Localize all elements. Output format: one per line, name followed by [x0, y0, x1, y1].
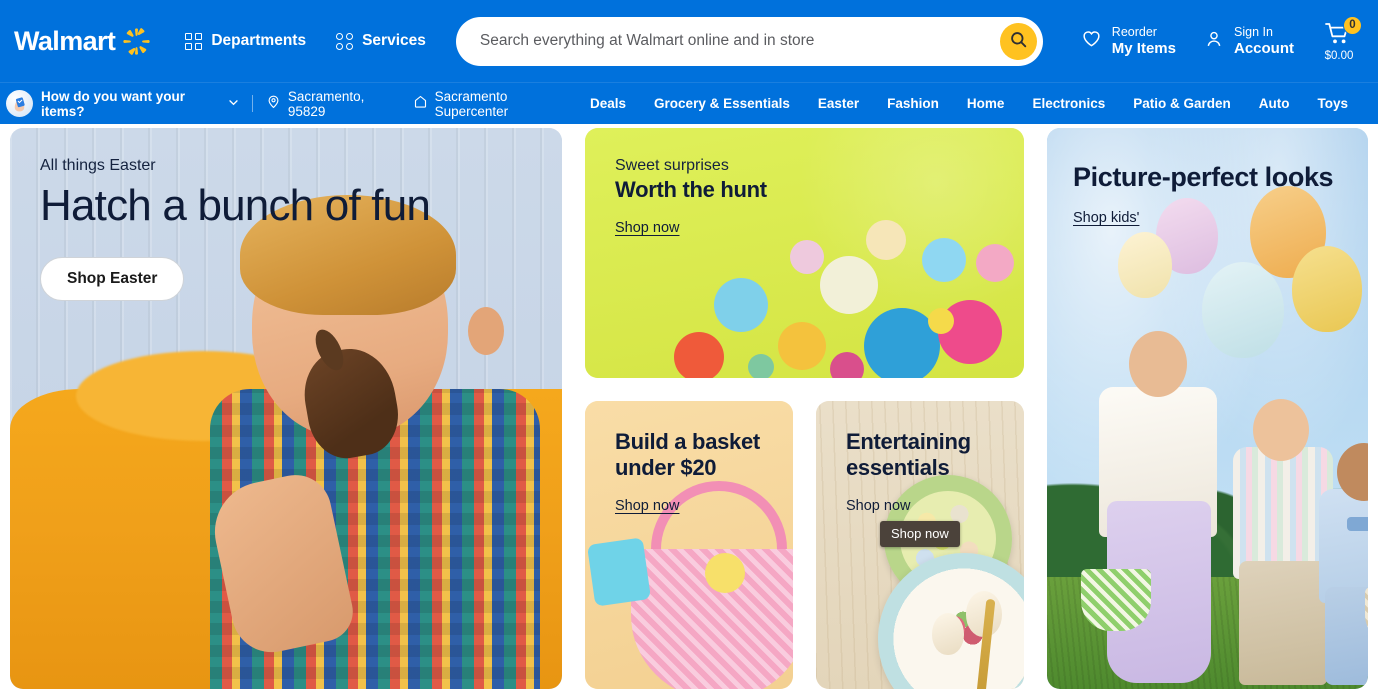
grid-icon	[185, 32, 203, 50]
sweet-eyebrow: Sweet surprises	[615, 157, 729, 174]
shop-easter-button[interactable]: Shop Easter	[40, 257, 185, 302]
basket-shop-now-link[interactable]: Shop now	[615, 498, 680, 514]
cart-total: $0.00	[1324, 49, 1354, 62]
fulfillment-selector[interactable]: How do you want your items?	[6, 89, 239, 119]
sweet-surprises-text: Sweet surprises Worth the hunt Shop now	[585, 128, 1024, 265]
site-header: Walmart Departments Services Search ever…	[0, 0, 1378, 82]
card-sweet-surprises[interactable]: Sweet surprises Worth the hunt Shop now	[585, 128, 1024, 378]
account-label: Account	[1234, 39, 1294, 57]
sweet-title: Worth the hunt	[615, 177, 767, 203]
nav-item-easter[interactable]: Easter	[804, 90, 873, 117]
walmart-spark-icon	[122, 27, 151, 56]
hero-card-easter[interactable]: All things Easter Hatch a bunch of fun S…	[10, 128, 562, 689]
person-icon	[1204, 29, 1224, 54]
secondary-nav: How do you want your items? Sacramento, …	[0, 82, 1378, 124]
pin-icon	[266, 94, 281, 114]
basket-text: Build a basket under $20 Shop now	[585, 401, 793, 543]
hero-column: All things Easter Hatch a bunch of fun S…	[10, 128, 562, 689]
search-icon	[1009, 30, 1028, 52]
circles-grid-icon	[336, 32, 354, 50]
nav-item-electronics[interactable]: Electronics	[1018, 90, 1119, 117]
store-icon	[413, 94, 428, 114]
search-box[interactable]	[455, 16, 1043, 66]
hero-title: Hatch a bunch of fun	[40, 181, 431, 231]
middle-column: Sweet surprises Worth the hunt Shop now …	[585, 128, 1024, 689]
nav-item-grocery-essentials[interactable]: Grocery & Essentials	[640, 90, 804, 117]
hero-eyebrow: All things Easter	[40, 157, 156, 174]
cart-icon	[1324, 22, 1354, 51]
entertaining-shop-now-link[interactable]: Shop now	[846, 498, 911, 514]
departments-button[interactable]: Departments	[185, 32, 306, 50]
kids-title: Picture-perfect looks	[1073, 162, 1334, 192]
nav-item-home[interactable]: Home	[953, 90, 1019, 117]
search-submit-button[interactable]	[999, 22, 1037, 60]
store-label: Sacramento Supercenter	[434, 88, 509, 119]
chevron-down-icon	[228, 95, 239, 113]
category-nav: Deals Grocery & Essentials Easter Fashio…	[576, 90, 1362, 117]
shop-kids-link[interactable]: Shop kids'	[1073, 210, 1139, 226]
right-column: Picture-perfect looks Shop kids'	[1047, 128, 1368, 689]
fulfillment-label: How do you want your items?	[41, 88, 185, 119]
nav-item-auto[interactable]: Auto	[1245, 90, 1304, 117]
reorder-label: Reorder	[1111, 25, 1157, 40]
entertaining-title: Entertaining essentials	[846, 429, 971, 481]
cart-button[interactable]: 0 $0.00	[1316, 15, 1362, 66]
easter-egg-icon	[6, 90, 33, 117]
departments-label: Departments	[211, 32, 307, 49]
card-picture-perfect-looks[interactable]: Picture-perfect looks Shop kids'	[1047, 128, 1368, 689]
location-selector[interactable]: Sacramento, 95829	[266, 89, 399, 119]
nav-divider	[251, 95, 253, 112]
nav-item-patio-garden[interactable]: Patio & Garden	[1119, 90, 1245, 117]
services-label: Services	[362, 32, 426, 49]
nav-item-deals[interactable]: Deals	[576, 90, 640, 117]
sweet-shop-now-link[interactable]: Shop now	[615, 220, 680, 236]
card-entertaining-essentials[interactable]: Entertaining essentials Shop now Shop no…	[816, 401, 1024, 689]
basket-title: Build a basket under $20	[615, 429, 760, 481]
reorder-my-items-button[interactable]: Reorder My Items	[1069, 19, 1188, 63]
my-items-label: My Items	[1111, 39, 1176, 57]
logo-wordmark: Walmart	[14, 25, 116, 56]
card-build-a-basket[interactable]: Build a basket under $20 Shop now	[585, 401, 793, 689]
search-area	[455, 16, 1043, 66]
walmart-logo[interactable]: Walmart	[14, 26, 151, 57]
kids-text-block: Picture-perfect looks Shop kids'	[1047, 128, 1368, 261]
services-button[interactable]: Services	[336, 32, 426, 50]
sign-in-label: Sign In	[1234, 25, 1273, 40]
hero-text-block: All things Easter Hatch a bunch of fun S…	[10, 128, 562, 329]
store-selector[interactable]: Sacramento Supercenter	[413, 89, 576, 119]
header-actions: Reorder My Items Sign In Account 0 $0.00	[1069, 15, 1362, 66]
middle-bottom-row: Build a basket under $20 Shop now Entert…	[585, 401, 1024, 689]
homepage-hero-grid: All things Easter Hatch a bunch of fun S…	[0, 124, 1378, 689]
link-tooltip: Shop now	[880, 521, 960, 547]
location-label: Sacramento, 95829	[287, 88, 365, 119]
search-input[interactable]	[479, 32, 1000, 50]
nav-item-toys[interactable]: Toys	[1304, 90, 1363, 117]
cart-count-badge: 0	[1343, 15, 1362, 35]
account-button[interactable]: Sign In Account	[1192, 19, 1306, 63]
heart-icon	[1081, 28, 1102, 54]
nav-item-fashion[interactable]: Fashion	[873, 90, 953, 117]
